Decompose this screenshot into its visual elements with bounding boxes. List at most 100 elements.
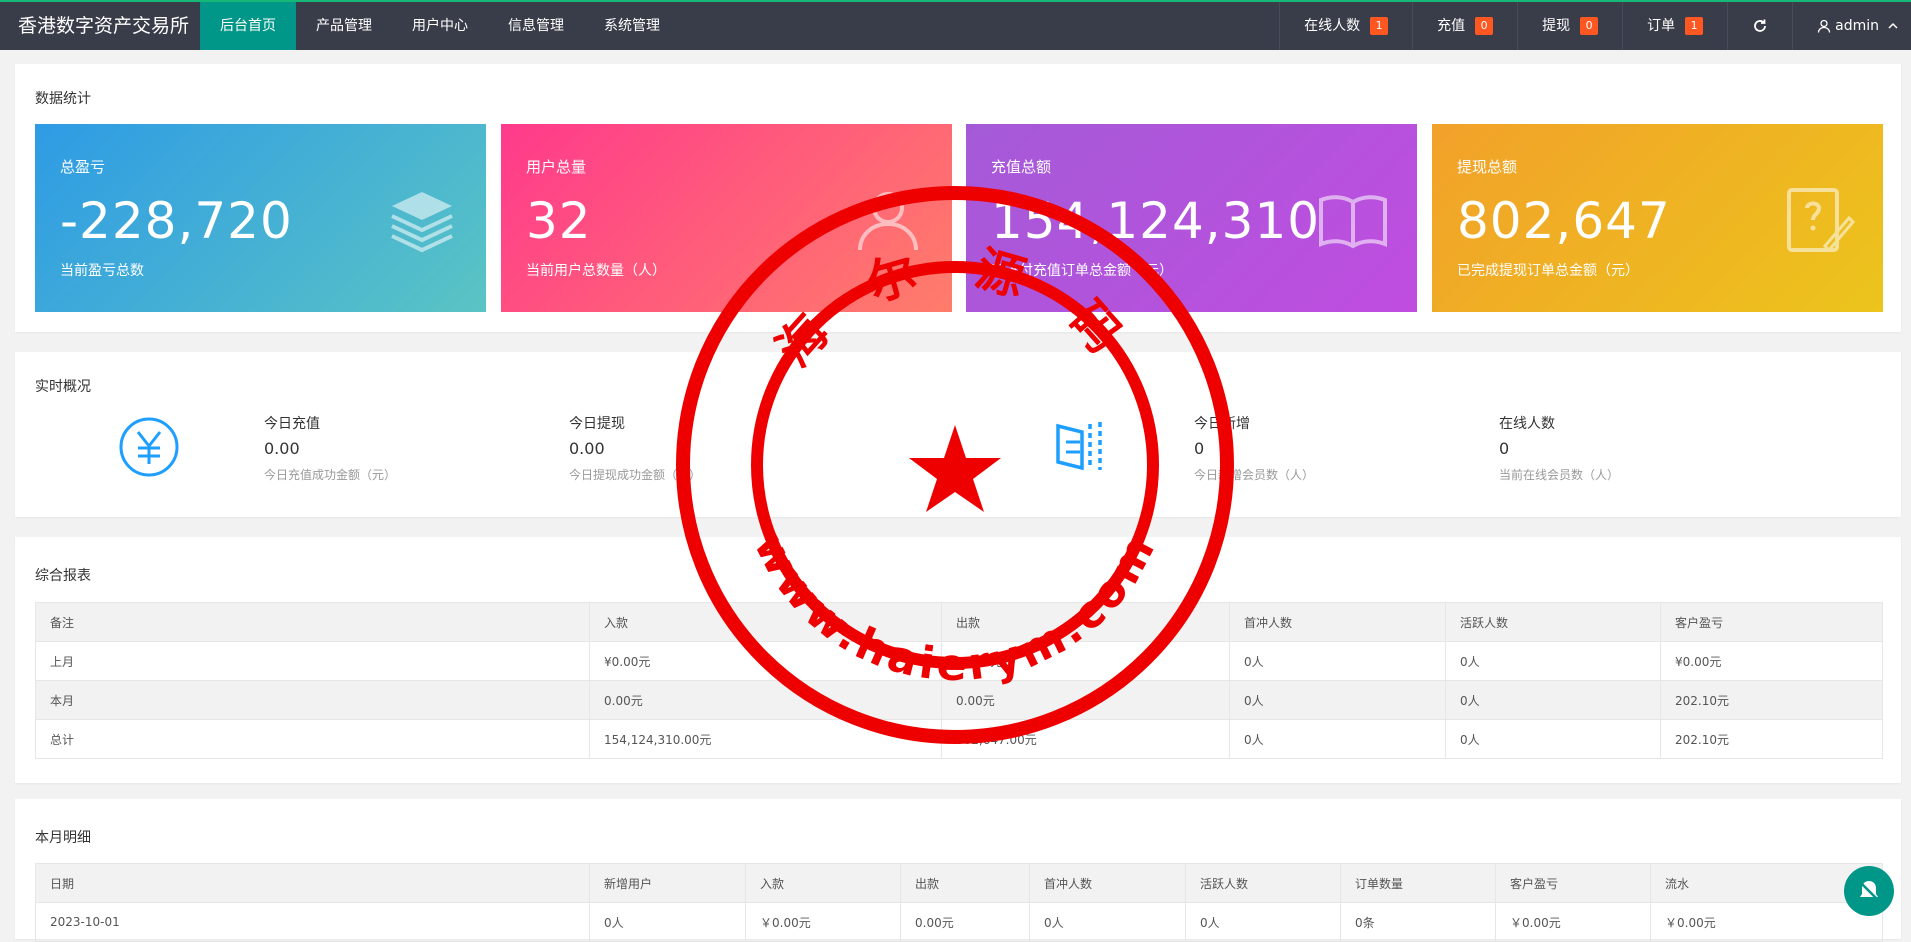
refresh-icon (1754, 19, 1767, 32)
card-value: -228,720 (60, 192, 293, 250)
realtime-recharge: 今日充值 0.00 今日充值成功金额（元） (264, 413, 396, 483)
rt-value: 0 (1499, 439, 1510, 458)
table-cell: 本月 (35, 680, 590, 720)
table-header: 出款 (900, 863, 1030, 903)
card-label: 用户总量 (526, 158, 587, 176)
nav-products[interactable]: 产品管理 (296, 2, 392, 50)
table-header: 新增用户 (589, 863, 746, 903)
table-cell: 154,124,310.00元 (589, 719, 942, 759)
table-cell: 202.10元 (1660, 680, 1883, 720)
table-cell: 0人 (1229, 641, 1446, 681)
monthly-table: 日期 新增用户 入款 出款 首冲人数 活跃人数 订单数量 客户盈亏 流水 202… (35, 863, 1883, 942)
rt-sub: 当前在线会员数（人） (1499, 468, 1620, 482)
table-header-row: 备注 入款 出款 首冲人数 活跃人数 客户盈亏 (35, 602, 1883, 642)
report-title: 综合报表 (35, 568, 91, 584)
table-row: 本月 0.00元 0.00元 0人 0人 202.10元 (35, 680, 1883, 720)
brand-title: 香港数字资产交易所 (18, 15, 190, 37)
table-header: 活跃人数 (1185, 863, 1341, 903)
yuan-icon (119, 417, 179, 477)
nav-info[interactable]: 信息管理 (488, 2, 584, 50)
card-label: 充值总额 (991, 158, 1052, 176)
rt-label: 在线人数 (1499, 416, 1555, 432)
table-cell: ￥0.00元 (1495, 902, 1651, 942)
table-header: 日期 (35, 863, 590, 903)
card-value: 154,124,310 (991, 192, 1321, 250)
rt-sub: 今日充值成功金额（元） (264, 468, 397, 482)
realtime-online: 在线人数 0 当前在线会员数（人） (1499, 413, 1619, 483)
layers-icon (391, 192, 453, 253)
table-cell: ￥0.00元 (1650, 902, 1883, 942)
table-header: 活跃人数 (1445, 602, 1661, 642)
nav-recharge[interactable]: 充值 0 (1412, 2, 1517, 50)
card-sub: 当前盈亏总数 (60, 263, 144, 279)
refresh-button[interactable] (1727, 2, 1792, 50)
chevron-up-icon (1888, 22, 1898, 29)
card-label: 总盈亏 (60, 158, 106, 176)
table-cell: 2023-10-01 (35, 902, 590, 942)
user-icon (858, 192, 918, 251)
stat-card-users: 用户总量 32 当前用户总数量（人） (501, 124, 952, 312)
bell-off-icon (1858, 880, 1880, 902)
card-sub: 已支付充值订单总金额（元） (991, 263, 1173, 279)
main-nav: 后台首页 产品管理 用户中心 信息管理 系统管理 (200, 2, 680, 50)
nav-withdraw-label: 提现 (1542, 18, 1571, 34)
nav-orders[interactable]: 订单 1 (1622, 2, 1727, 50)
card-value: 802,647 (1457, 192, 1671, 250)
table-cell: 0.00元 (900, 902, 1030, 942)
table-row: 2023-10-01 0人 ￥0.00元 0.00元 0人 0人 0条 ￥0.0… (35, 902, 1883, 942)
table-header: 首冲人数 (1229, 602, 1446, 642)
table-cell: 0人 (1229, 719, 1446, 759)
rt-value: 0.00 (569, 439, 605, 458)
table-header: 首冲人数 (1029, 863, 1186, 903)
table-cell: ¥0.00元 (589, 641, 942, 681)
nav-home[interactable]: 后台首页 (200, 2, 296, 50)
table-cell: ￥0.00元 (745, 902, 901, 942)
realtime-withdraw: 今日提现 0.00 今日提现成功金额（元） (569, 413, 701, 483)
table-cell: 202.10元 (1660, 719, 1883, 759)
monthly-title: 本月明细 (35, 830, 91, 846)
user-icon (1817, 19, 1831, 33)
nav-right: 在线人数 1 充值 0 提现 0 订单 1 admin (1279, 2, 1911, 50)
card-label: 提现总额 (1457, 158, 1518, 176)
table-cell: 0.00元 (941, 680, 1230, 720)
table-header: 备注 (35, 602, 590, 642)
table-cell: 上月 (35, 641, 590, 681)
stat-card-profit: 总盈亏 -228,720 当前盈亏总数 (35, 124, 486, 312)
realtime-title: 实时概况 (35, 379, 91, 395)
nav-system[interactable]: 系统管理 (584, 2, 680, 50)
nav-withdraw[interactable]: 提现 0 (1517, 2, 1622, 50)
table-row: 上月 ¥0.00元 ¥0.00元 0人 0人 ¥0.00元 (35, 641, 1883, 681)
user-name: admin (1835, 18, 1879, 34)
table-header: 客户盈亏 (1660, 602, 1883, 642)
rt-sub: 今日提现成功金额（元） (569, 468, 702, 482)
rt-sub: 今日新增会员数（人） (1194, 468, 1315, 482)
report-table: 备注 入款 出款 首冲人数 活跃人数 客户盈亏 上月 ¥0.00元 ¥0.00元… (35, 602, 1883, 759)
card-sub: 已完成提现订单总金额（元） (1457, 263, 1639, 279)
nav-orders-label: 订单 (1647, 18, 1676, 34)
card-sub: 当前用户总数量（人） (526, 263, 666, 279)
table-cell: 0人 (1445, 680, 1661, 720)
user-menu[interactable]: admin (1792, 2, 1911, 50)
nav-recharge-label: 充值 (1437, 18, 1466, 34)
book-icon (1319, 195, 1387, 249)
nav-online[interactable]: 在线人数 1 (1279, 2, 1412, 50)
stats-title: 数据统计 (35, 91, 91, 107)
table-cell: 0条 (1340, 902, 1496, 942)
table-cell: ¥0.00元 (1660, 641, 1883, 681)
floating-action-button[interactable] (1844, 866, 1894, 916)
stat-card-withdraw: 提现总额 802,647 已完成提现订单总金额（元） (1432, 124, 1883, 312)
table-header: 客户盈亏 (1495, 863, 1651, 903)
rt-value: 0 (1194, 439, 1205, 458)
nav-users[interactable]: 用户中心 (392, 2, 488, 50)
rt-label: 今日充值 (264, 416, 320, 432)
rt-value: 0.00 (264, 439, 300, 458)
table-cell: ¥0.00元 (941, 641, 1230, 681)
table-header: 订单数量 (1340, 863, 1496, 903)
edit-icon (1787, 188, 1855, 253)
top-nav-bar: 香港数字资产交易所 后台首页 产品管理 用户中心 信息管理 系统管理 在线人数 … (0, 0, 1911, 50)
table-cell: 0人 (1445, 719, 1661, 759)
table-cell: 0人 (1229, 680, 1446, 720)
nav-online-label: 在线人数 (1304, 18, 1361, 34)
table-row: 总计 154,124,310.00元 802,647.00元 0人 0人 202… (35, 719, 1883, 759)
table-header: 入款 (589, 602, 942, 642)
